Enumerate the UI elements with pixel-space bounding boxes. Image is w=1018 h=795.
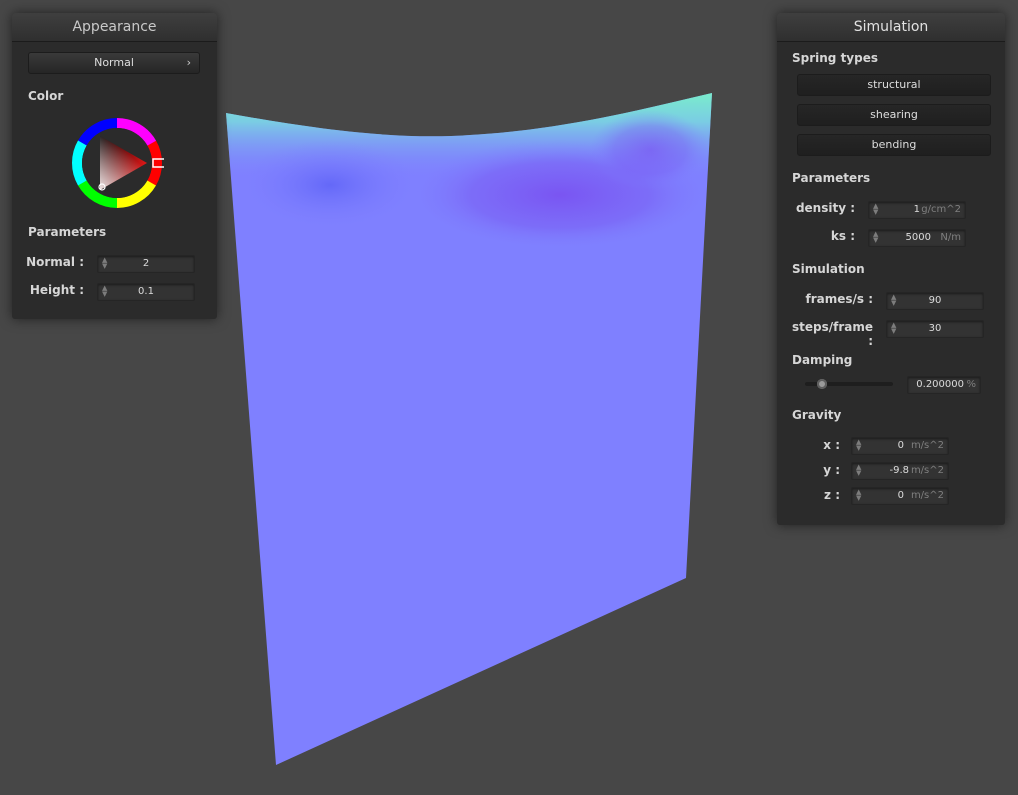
- fps-value: 90: [928, 295, 942, 306]
- gravity-x-input[interactable]: ▲ ▼ 0 m/s^2: [851, 437, 949, 455]
- spinner-icon[interactable]: ▲ ▼: [873, 203, 878, 216]
- density-unit: g/cm^2: [921, 204, 961, 215]
- density-label: density :: [795, 201, 855, 215]
- gravity-z-unit: m/s^2: [910, 490, 944, 501]
- damping-value: 0.200000: [916, 379, 964, 390]
- color-wheel[interactable]: [70, 116, 164, 210]
- gravity-y-unit: m/s^2: [910, 465, 944, 476]
- gravity-x-value: 0: [897, 440, 904, 451]
- steps-value: 30: [928, 323, 942, 334]
- shader-select-label: Normal: [94, 56, 134, 69]
- gravity-x-label: x :: [823, 438, 840, 452]
- height-label: Height :: [29, 283, 84, 297]
- fps-input[interactable]: ▲ ▼ 90: [886, 292, 984, 310]
- gravity-y-input[interactable]: ▲ ▼ -9.8 m/s^2: [851, 462, 949, 480]
- spinner-icon[interactable]: ▲ ▼: [856, 489, 861, 502]
- normal-label: Normal :: [26, 255, 84, 269]
- normal-value: 2: [142, 258, 150, 269]
- gravity-z-label: z :: [824, 488, 840, 502]
- spinner-icon[interactable]: ▲ ▼: [856, 464, 861, 477]
- chevron-right-icon: ›: [186, 56, 191, 69]
- ks-value: 5000: [905, 232, 931, 243]
- sim-section-label: Simulation: [792, 262, 865, 276]
- ks-input[interactable]: ▲ ▼ 5000 N/m: [868, 229, 966, 247]
- spring-types-label: Spring types: [792, 51, 879, 65]
- damping-slider[interactable]: [805, 377, 893, 391]
- density-input[interactable]: ▲ ▼ 1 g/cm^2: [868, 201, 966, 219]
- shader-select-button[interactable]: Normal ›: [28, 52, 200, 74]
- gravity-z-input[interactable]: ▲ ▼ 0 m/s^2: [851, 487, 949, 505]
- appearance-params-label: Parameters: [28, 225, 107, 239]
- height-input[interactable]: ▲ ▼ 0.1: [97, 283, 195, 301]
- spinner-icon[interactable]: ▲ ▼: [873, 231, 878, 244]
- spring-bending-button[interactable]: bending: [797, 134, 991, 156]
- damping-label: Damping: [792, 353, 853, 367]
- steps-label: steps/frame :: [791, 320, 873, 348]
- sim-params-label: Parameters: [792, 171, 871, 185]
- gravity-label: Gravity: [792, 408, 842, 422]
- height-value: 0.1: [138, 286, 154, 297]
- ks-unit: N/m: [940, 232, 961, 243]
- spring-structural-button[interactable]: structural: [797, 74, 991, 96]
- gravity-y-value: -9.8: [889, 465, 909, 476]
- cloth-mesh: [226, 93, 712, 765]
- gravity-z-value: 0: [897, 490, 904, 501]
- appearance-panel: Appearance Normal › Color Parameters Nor…: [12, 13, 217, 319]
- spinner-icon[interactable]: ▲ ▼: [856, 439, 861, 452]
- color-section-label: Color: [28, 89, 64, 103]
- steps-input[interactable]: ▲ ▼ 30: [886, 320, 984, 338]
- damping-unit: %: [966, 379, 976, 390]
- gravity-x-unit: m/s^2: [910, 440, 944, 451]
- damping-input[interactable]: 0.200000 %: [907, 376, 981, 394]
- spring-shearing-button[interactable]: shearing: [797, 104, 991, 126]
- ks-label: ks :: [830, 229, 855, 243]
- normal-input[interactable]: ▲ ▼ 2: [97, 255, 195, 273]
- fps-label: frames/s :: [805, 292, 873, 306]
- simulation-panel: Simulation Spring types structural shear…: [777, 13, 1005, 525]
- density-value: 1: [913, 204, 920, 215]
- appearance-panel-title[interactable]: Appearance: [12, 13, 217, 42]
- simulation-panel-title[interactable]: Simulation: [777, 13, 1005, 42]
- damping-slider-knob[interactable]: [817, 379, 827, 389]
- gravity-y-label: y :: [823, 463, 840, 477]
